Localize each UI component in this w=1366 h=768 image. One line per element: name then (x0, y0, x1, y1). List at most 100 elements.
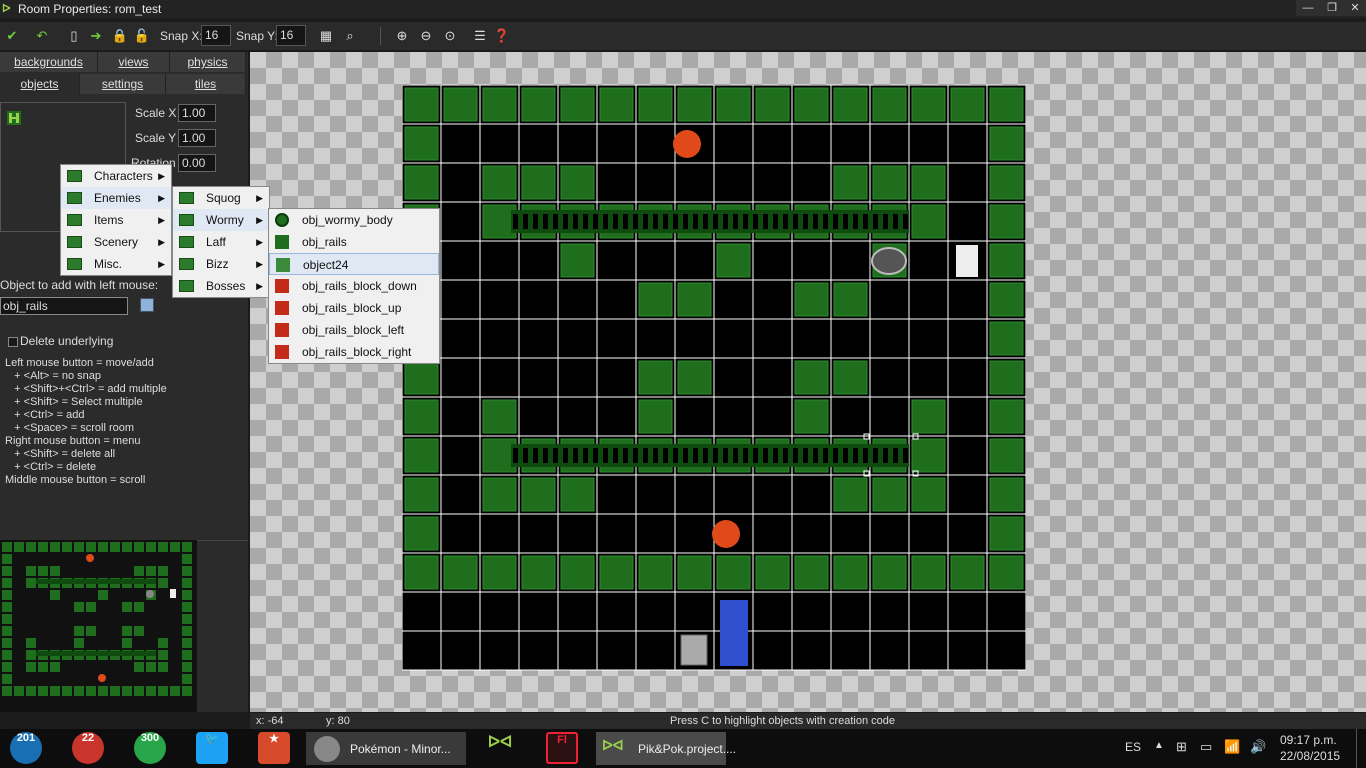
rail-tie (583, 214, 588, 229)
twitter-icon[interactable]: 🐦 (196, 732, 228, 764)
menu-item-obj-rails-block-left[interactable]: obj_rails_block_left (269, 319, 439, 341)
tab-objects[interactable]: objects (0, 74, 80, 94)
wall-block (638, 87, 673, 122)
object-select-icon[interactable] (140, 298, 154, 312)
gamemaker-icon[interactable]: ᐅᐊ (484, 732, 516, 764)
grid-cell (402, 591, 442, 632)
rail-track (511, 444, 909, 467)
player-sprite (956, 245, 978, 277)
signal-icon[interactable]: 📶 (1224, 739, 1240, 755)
rail-tie (563, 448, 568, 463)
tab-views[interactable]: views (98, 52, 170, 72)
status-x: x: -64 (256, 715, 284, 727)
menu-item-object24[interactable]: object24 (269, 253, 439, 275)
delete-underlying-checkbox[interactable] (8, 337, 18, 347)
clock-time[interactable]: 09:17 p.m. (1280, 733, 1337, 747)
zoom-reset-icon[interactable]: ⊙ (440, 26, 460, 46)
scale-y-input[interactable]: 1.00 (178, 129, 216, 147)
menu-item-bizz[interactable]: Bizz ▶ (173, 253, 269, 275)
room-grid[interactable] (402, 85, 1026, 671)
scale-x-input[interactable]: 1.00 (178, 104, 216, 122)
grid-cell (947, 630, 988, 671)
zoom-in-icon[interactable]: ⊕ (392, 26, 412, 46)
grid-cell (440, 474, 481, 515)
rotation-input[interactable]: 0.00 (178, 154, 216, 172)
wall-block (950, 87, 985, 122)
menu-item-characters[interactable]: Characters ▶ (61, 165, 171, 187)
menu-item-wormy[interactable]: Wormy ▶ (173, 209, 269, 231)
minimap-hole (146, 590, 154, 598)
language-indicator[interactable]: ES (1125, 740, 1141, 754)
menu-item-obj-wormy-body[interactable]: obj_wormy_body (269, 209, 439, 231)
wall-block (911, 87, 946, 122)
browser-badge-icon[interactable]: 201 (10, 732, 42, 764)
grid-cell (674, 591, 715, 632)
close-button[interactable]: ✕ (1344, 0, 1366, 16)
tab-settings[interactable]: settings (80, 74, 166, 94)
show-desktop-button[interactable] (1356, 729, 1366, 768)
tab-tiles[interactable]: tiles (166, 74, 246, 94)
bookmark-app-icon[interactable]: ★ (258, 732, 290, 764)
menu-item-bosses[interactable]: Bosses ▶ (173, 275, 269, 297)
taskbar-item-project[interactable]: ᐅᐊ Pik&Pok.project.... (596, 732, 736, 765)
rail-tie (853, 448, 858, 463)
flash-icon[interactable]: Fl (546, 732, 578, 764)
taskbar-item-pokemon[interactable]: Pokémon - Minor... (306, 732, 466, 765)
tray-up-arrow-icon[interactable]: ▲ (1154, 740, 1164, 751)
help-icon[interactable]: ❓ (492, 26, 512, 46)
object-to-add-label: Object to add with left mouse: (0, 278, 159, 292)
maximize-button[interactable]: ❐ (1320, 0, 1344, 16)
ok-check-icon[interactable]: ✔ (2, 26, 22, 46)
zoom-out-icon[interactable]: ⊖ (416, 26, 436, 46)
clock-date[interactable]: 22/08/2015 (1280, 749, 1340, 763)
shift-arrow-icon[interactable]: ➔ (86, 26, 106, 46)
minimap-wall (2, 650, 12, 660)
wall-block (560, 555, 595, 590)
new-file-icon[interactable]: ▯ (64, 26, 84, 46)
windows-flag-icon[interactable]: ⊞ (1176, 739, 1187, 755)
help-line: + <Alt> = no snap (5, 370, 102, 382)
unlock-icon[interactable]: 🔓 (132, 26, 152, 46)
menu-item-enemies[interactable]: Enemies ▶ (61, 187, 171, 209)
menu-item-misc[interactable]: Misc. ▶ (61, 253, 171, 275)
menu-item-scenery[interactable]: Scenery ▶ (61, 231, 171, 253)
grid-cell (518, 591, 559, 632)
menu-item-squog[interactable]: Squog ▶ (173, 187, 269, 209)
grid-cell (752, 591, 793, 632)
context-menu-enemies: Squog ▶ Wormy ▶ Laff ▶ Bizz ▶ Bosses ▶ (172, 186, 270, 298)
zoom-dropdown-icon[interactable]: ⌕ (340, 26, 360, 46)
lock-icon[interactable]: 🔒 (110, 26, 130, 46)
grid-cell (518, 123, 559, 164)
minimize-button[interactable]: — (1296, 0, 1320, 16)
snap-y-input[interactable]: 16 (276, 25, 306, 46)
menu-item-obj-rails-block-up[interactable]: obj_rails_block_up (269, 297, 439, 319)
snap-x-input[interactable]: 16 (201, 25, 231, 46)
tab-backgrounds[interactable]: backgrounds (0, 52, 98, 72)
undo-icon[interactable]: ↶ (32, 26, 52, 46)
menu-item-obj-rails-block-down[interactable]: obj_rails_block_down (269, 275, 439, 297)
whatsapp-icon[interactable]: 300 (134, 732, 166, 764)
menu-item-obj-rails[interactable]: obj_rails (269, 231, 439, 253)
room-minimap[interactable] (0, 540, 197, 712)
grid-cell (596, 318, 637, 359)
menu-item-obj-rails-block-right[interactable]: obj_rails_block_right (269, 341, 439, 363)
help-line: + <Ctrl> = add (5, 409, 85, 421)
chrome-icon[interactable]: 22 (72, 732, 104, 764)
room-canvas[interactable] (250, 52, 1366, 712)
list-icon[interactable]: ☰ (470, 26, 490, 46)
battery-icon[interactable]: ▭ (1200, 739, 1212, 755)
grid-cell (791, 318, 832, 359)
grid-cell (440, 435, 481, 476)
grid-cell (479, 279, 520, 320)
rail-tie (823, 448, 828, 463)
rail-tie (883, 448, 888, 463)
tab-physics[interactable]: physics (170, 52, 246, 72)
menu-item-laff[interactable]: Laff ▶ (173, 231, 269, 253)
folder-icon (179, 280, 194, 292)
grid-icon[interactable]: ▦ (316, 26, 336, 46)
rail-tie (713, 214, 718, 229)
object-name-field[interactable]: obj_rails (0, 297, 128, 315)
grid-cell (752, 357, 793, 398)
menu-item-items[interactable]: Items ▶ (61, 209, 171, 231)
volume-icon[interactable]: 🔊 (1250, 739, 1266, 755)
